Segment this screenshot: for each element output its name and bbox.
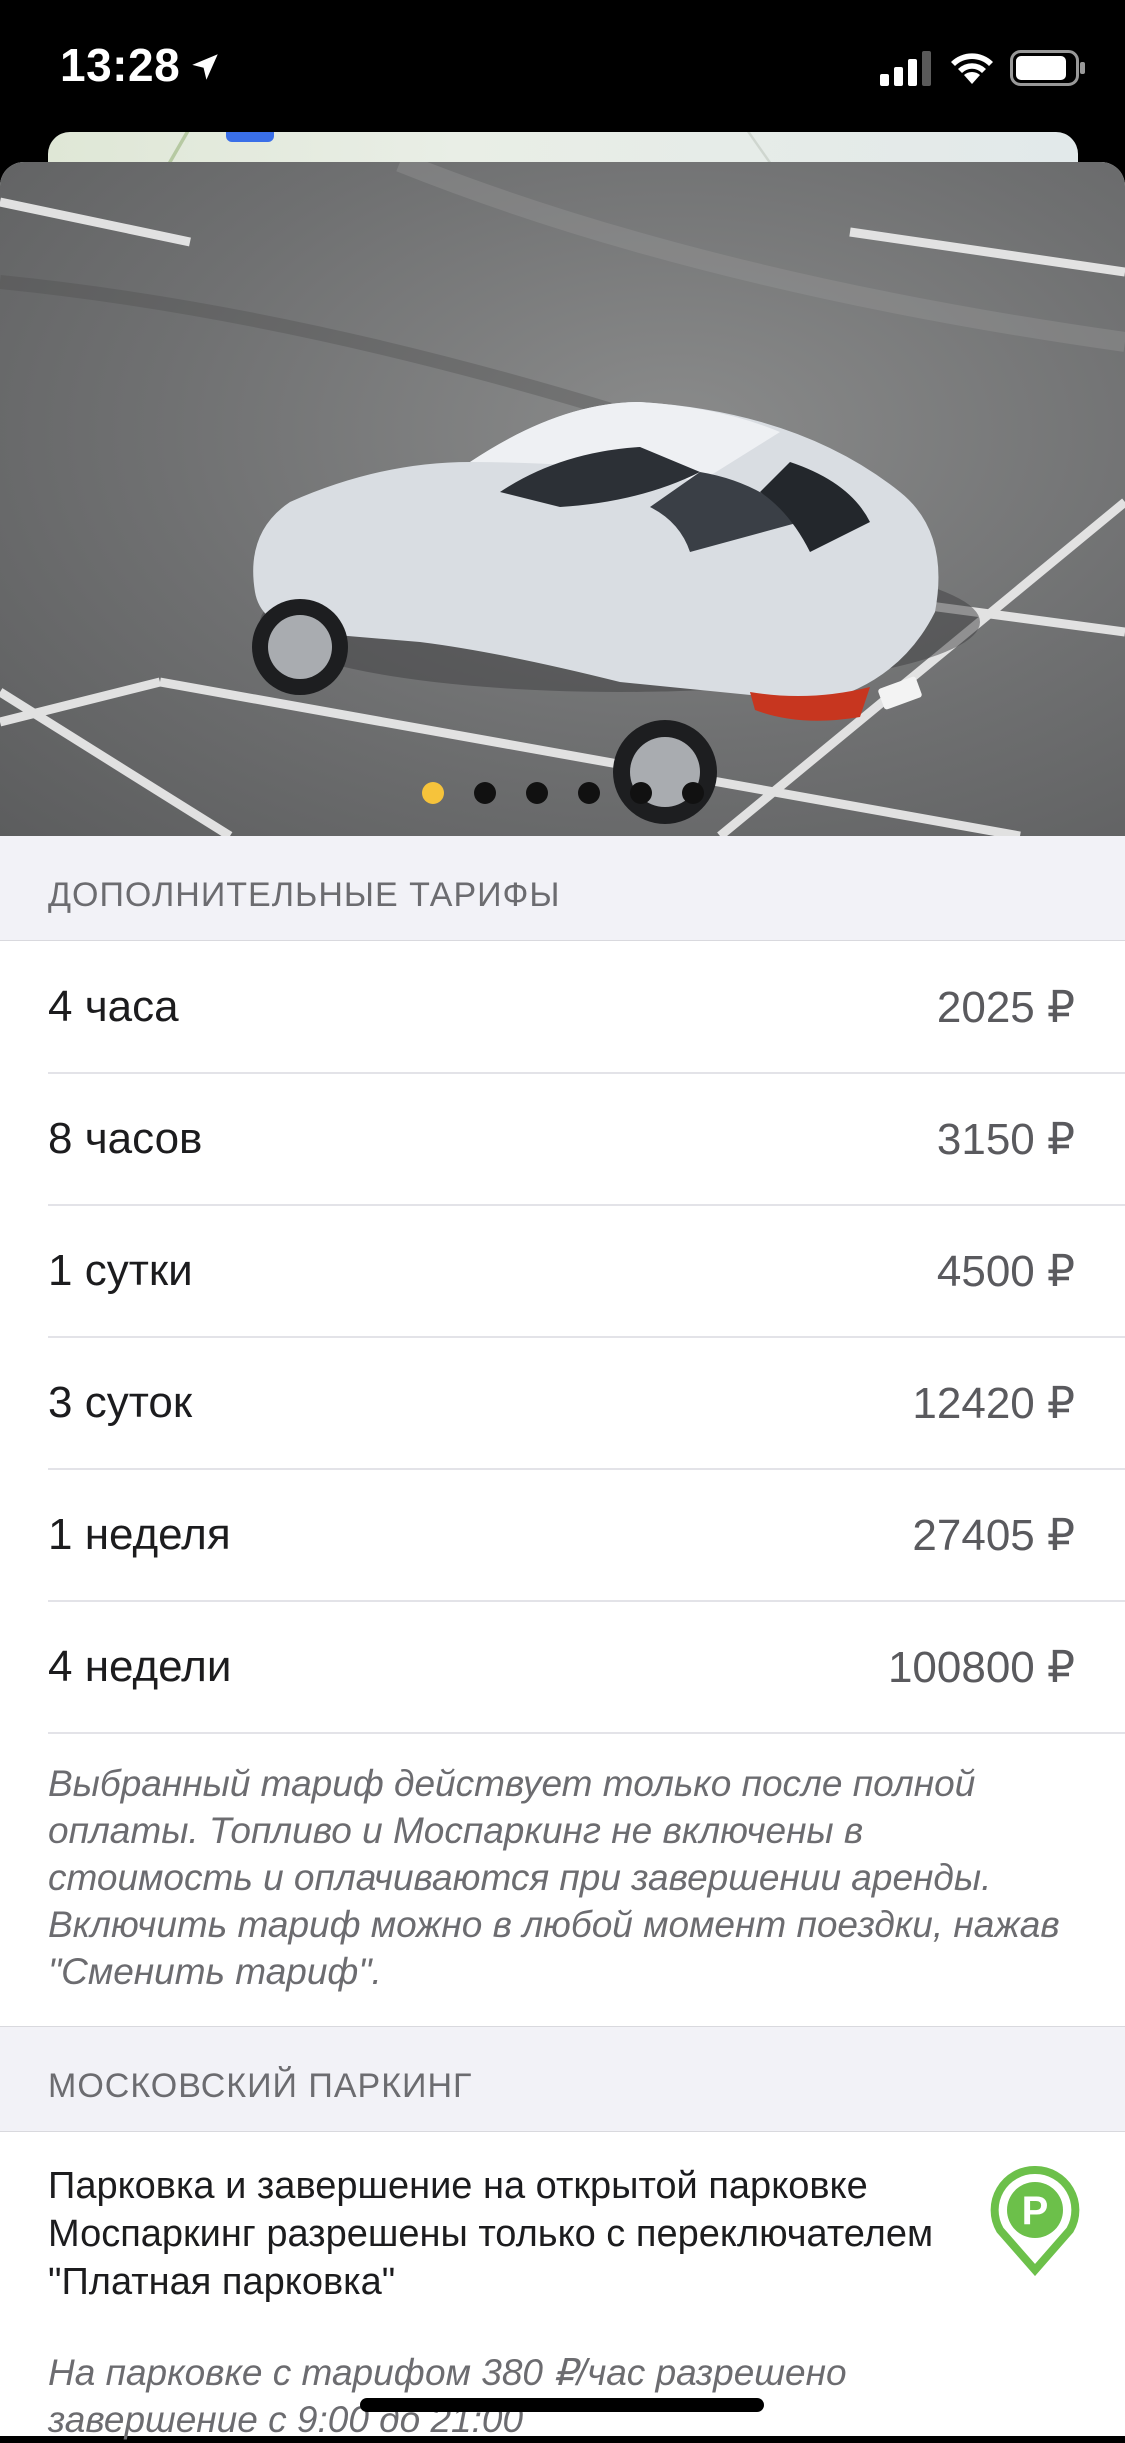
tariff-note: Выбранный тариф действует только после п…: [48, 1763, 1060, 1992]
battery-icon: [1010, 50, 1085, 86]
gallery-dot-4[interactable]: [577, 782, 600, 804]
tariff-row[interactable]: 4 часа 2025 ₽: [48, 942, 1125, 1074]
tariff-row[interactable]: 8 часов 3150 ₽: [48, 1074, 1125, 1206]
tariff-name: 4 часа: [48, 982, 179, 1031]
moscow-parking-header: МОСКОВСКИЙ ПАРКИНГ: [0, 2026, 1125, 2132]
tariff-name: 8 часов: [48, 1114, 203, 1163]
tariff-row[interactable]: 1 сутки 4500 ₽: [48, 1206, 1125, 1338]
car-photo: [0, 162, 1125, 836]
gallery-dot-6[interactable]: [681, 782, 704, 804]
gallery-dot-3[interactable]: [525, 782, 548, 804]
wifi-icon: [951, 53, 993, 84]
section-title: МОСКОВСКИЙ ПАРКИНГ: [48, 2067, 473, 2105]
section-title: ДОПОЛНИТЕЛЬНЫЕ ТАРИФЫ: [48, 876, 561, 914]
gallery-dot-5[interactable]: [629, 782, 652, 804]
parking-note: На парковке с тарифом 380 ₽/час разрешен…: [48, 2352, 847, 2440]
tariff-price: 2025 ₽: [936, 983, 1075, 1032]
tariff-row[interactable]: 3 суток 12420 ₽: [48, 1338, 1125, 1470]
parking-info-text: Парковка и завершение на открытой парков…: [48, 2165, 934, 2303]
cellular-signal-icon: [880, 51, 931, 86]
map-pin-icon: [226, 132, 274, 142]
tariff-name: 3 суток: [48, 1378, 193, 1427]
additional-tariffs-header: ДОПОЛНИТЕЛЬНЫЕ ТАРИФЫ: [0, 836, 1125, 941]
parking-icon: P: [990, 2166, 1080, 2276]
tariff-name: 1 неделя: [48, 1510, 231, 1559]
car-photo-gallery[interactable]: [0, 162, 1125, 836]
car-details-sheet[interactable]: ДОПОЛНИТЕЛЬНЫЕ ТАРИФЫ 4 часа 2025 ₽ 8 ча…: [0, 162, 1125, 2436]
gallery-pagination[interactable]: [0, 782, 1125, 812]
home-indicator[interactable]: [360, 2398, 764, 2412]
svg-text:P: P: [1022, 2189, 1049, 2233]
tariff-name: 4 недели: [48, 1642, 232, 1691]
tariff-price: 12420 ₽: [912, 1379, 1075, 1428]
gallery-dot-1[interactable]: [421, 782, 444, 804]
location-arrow-icon: [192, 54, 218, 80]
tariff-row[interactable]: 4 недели 100800 ₽: [48, 1602, 1125, 1734]
tariff-price: 100800 ₽: [887, 1643, 1075, 1692]
tariff-row[interactable]: 1 неделя 27405 ₽: [48, 1470, 1125, 1602]
tariff-name: 1 сутки: [48, 1246, 193, 1295]
status-time: 13:28: [60, 39, 181, 91]
status-bar: 13:28: [0, 0, 1125, 132]
tariff-list: 4 часа 2025 ₽ 8 часов 3150 ₽ 1 сутки 450…: [0, 942, 1125, 1734]
tariff-price: 4500 ₽: [936, 1247, 1075, 1296]
gallery-dot-2[interactable]: [473, 782, 496, 804]
tariff-price: 3150 ₽: [936, 1115, 1075, 1164]
tariff-price: 27405 ₽: [912, 1511, 1075, 1560]
